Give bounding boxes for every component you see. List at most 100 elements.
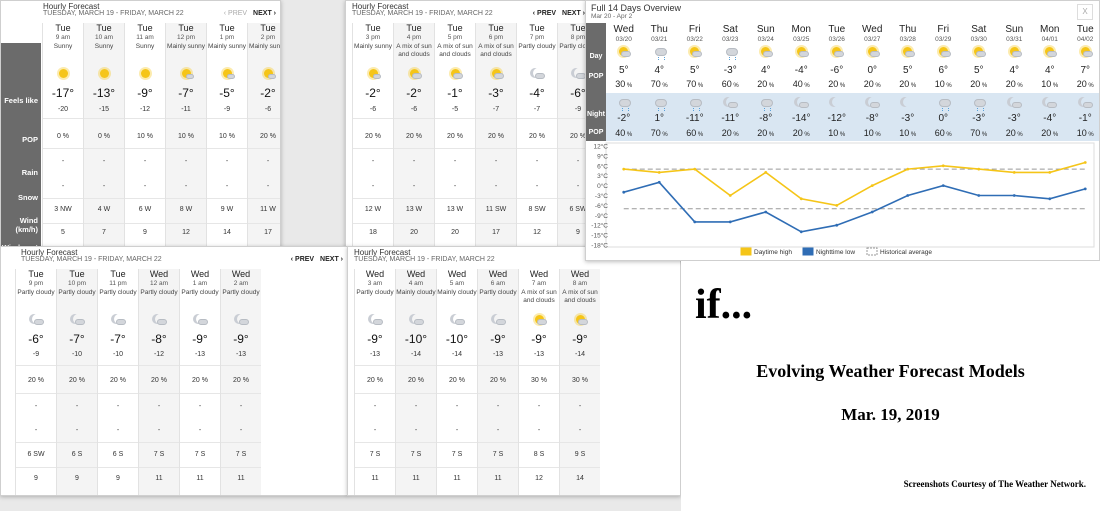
hour-snow: - <box>453 183 457 190</box>
hour-wind: 11 W <box>260 206 276 213</box>
hour-pop: 30 % <box>572 377 588 384</box>
daytime-high-point <box>835 204 839 207</box>
row-divider <box>519 365 559 366</box>
overview-high: 7° <box>1080 65 1091 76</box>
row-divider <box>180 467 220 468</box>
hour-pop: 20 % <box>233 377 249 384</box>
row-divider <box>125 148 165 149</box>
row-divider <box>519 393 559 394</box>
hour-feels-like: -14 <box>410 351 422 358</box>
overview-low: -3° <box>901 113 915 124</box>
row-divider <box>98 393 138 394</box>
hour-condition: A mix of sun and clouds <box>521 289 557 304</box>
overview-day-column: Thu 03/28 5° 20 % -3° 10 % <box>890 23 926 141</box>
overview-label-column <box>586 23 606 141</box>
row-divider <box>394 198 434 199</box>
overview-high: -3° <box>723 65 737 76</box>
nighttime-low-point <box>1048 197 1052 201</box>
hour-time: 4 pm <box>406 34 422 41</box>
legend-historical-average: Historical average <box>880 249 932 256</box>
legend-nighttime-low-swatch <box>802 247 814 256</box>
overview-low: -3° <box>1007 113 1021 124</box>
hour-wind-gust: 7 <box>102 229 106 236</box>
close-button[interactable]: X <box>1077 4 1093 20</box>
hour-snow: - <box>61 183 65 190</box>
hour-temperature: -8° <box>151 332 167 346</box>
hour-pop: 0 % <box>56 133 70 140</box>
hour-condition: Partly cloudy <box>58 289 96 296</box>
row-divider <box>560 393 600 394</box>
y-tick-label: -18°C <box>591 242 608 250</box>
daytime-high-point <box>799 197 803 201</box>
row-divider <box>98 467 138 468</box>
sun-cloud-icon <box>1078 45 1094 58</box>
overview-high: 6° <box>938 65 949 76</box>
next-button[interactable]: NEXT › <box>320 256 343 263</box>
overview-day-pop: 70 % <box>686 79 704 89</box>
hour-snow: - <box>414 427 418 434</box>
hour-wind-gust: 17 <box>492 229 500 236</box>
prev-button[interactable]: ‹ PREV <box>533 10 556 17</box>
hour-day: Tue <box>260 23 276 33</box>
mainly-sunny-icon <box>366 67 382 80</box>
next-button[interactable]: NEXT › <box>253 10 276 17</box>
overview-day-pop: 60 % <box>721 79 739 89</box>
hour-day: Tue <box>28 269 44 279</box>
hour-pop: 20 % <box>365 133 381 140</box>
next-button[interactable]: NEXT › <box>562 10 585 17</box>
sun-cloud-icon <box>1007 45 1023 58</box>
hour-day: Tue <box>178 23 194 33</box>
cloud-rain-icon <box>723 45 739 60</box>
overview-date: 03/20 <box>615 36 632 43</box>
hour-wind: 7 S <box>492 451 504 458</box>
hour-time: 10 am <box>94 34 114 41</box>
prev-button[interactable]: ‹ PREV <box>224 10 247 17</box>
prev-button[interactable]: ‹ PREV <box>291 256 314 263</box>
hour-rain: - <box>184 158 188 165</box>
hour-column: Wed 7 am A mix of sun and clouds -9° -13… <box>518 269 559 495</box>
row-divider <box>517 223 557 224</box>
overview-day-column: Fri 03/29 6° 10 % 0° 60 % <box>926 23 962 141</box>
overview-night-pop: 60 % <box>686 128 704 138</box>
hour-wind: 7 S <box>451 451 463 458</box>
row-divider <box>517 148 557 149</box>
row-divider <box>84 198 124 199</box>
hour-column: Tue 10 pm Partly cloudy -7° -10 20 % - -… <box>56 269 97 495</box>
overview-day-column: Mon 04/01 4° 10 % -4° 20 % <box>1032 23 1068 141</box>
moon-cloud-icon <box>1078 96 1094 109</box>
panel-header: Hourly Forecast TUESDAY, MARCH 19 - FRID… <box>346 1 589 23</box>
y-tick-label: 3°C <box>597 172 608 180</box>
hour-column: Wed 4 am Mainly cloudy -10° -14 20 % - -… <box>395 269 436 495</box>
daytime-high-point <box>693 167 697 171</box>
row-divider <box>478 467 518 468</box>
hour-condition: Partly cloudy <box>17 289 55 296</box>
row-divider <box>355 442 395 443</box>
hour-wind: 6 S <box>112 451 124 458</box>
row-divider <box>207 223 247 224</box>
row-divider <box>84 118 124 119</box>
hour-wind: 9 S <box>574 451 586 458</box>
overview-date: 03/26 <box>828 36 845 43</box>
row-divider <box>248 198 280 199</box>
hour-time: 6 pm <box>488 34 504 41</box>
hour-condition: Mainly cloudy <box>437 289 477 296</box>
hour-temperature: -9° <box>572 332 588 346</box>
hour-snow: - <box>496 427 500 434</box>
row-divider <box>396 442 436 443</box>
row-divider <box>57 365 97 366</box>
row-divider <box>394 148 434 149</box>
hour-feels-like: -13 <box>194 351 206 358</box>
hour-feels-like: -13 <box>369 351 381 358</box>
overview-weekday: Sat <box>971 24 987 35</box>
hour-time: 9 pm <box>28 280 44 287</box>
cloud-rain-icon <box>652 45 668 60</box>
overview-high: 4° <box>1044 65 1055 76</box>
hour-pop: 10 % <box>219 133 235 140</box>
sun-cloud-icon <box>407 67 423 80</box>
hour-wind: 11 SW <box>485 206 507 213</box>
hour-condition: Mainly sunny <box>208 43 246 50</box>
hour-wind-gust: 5 <box>61 229 65 236</box>
hour-wind-gust: 9 <box>143 229 147 236</box>
hour-day: Tue <box>55 23 71 33</box>
hour-rain: - <box>75 403 79 410</box>
